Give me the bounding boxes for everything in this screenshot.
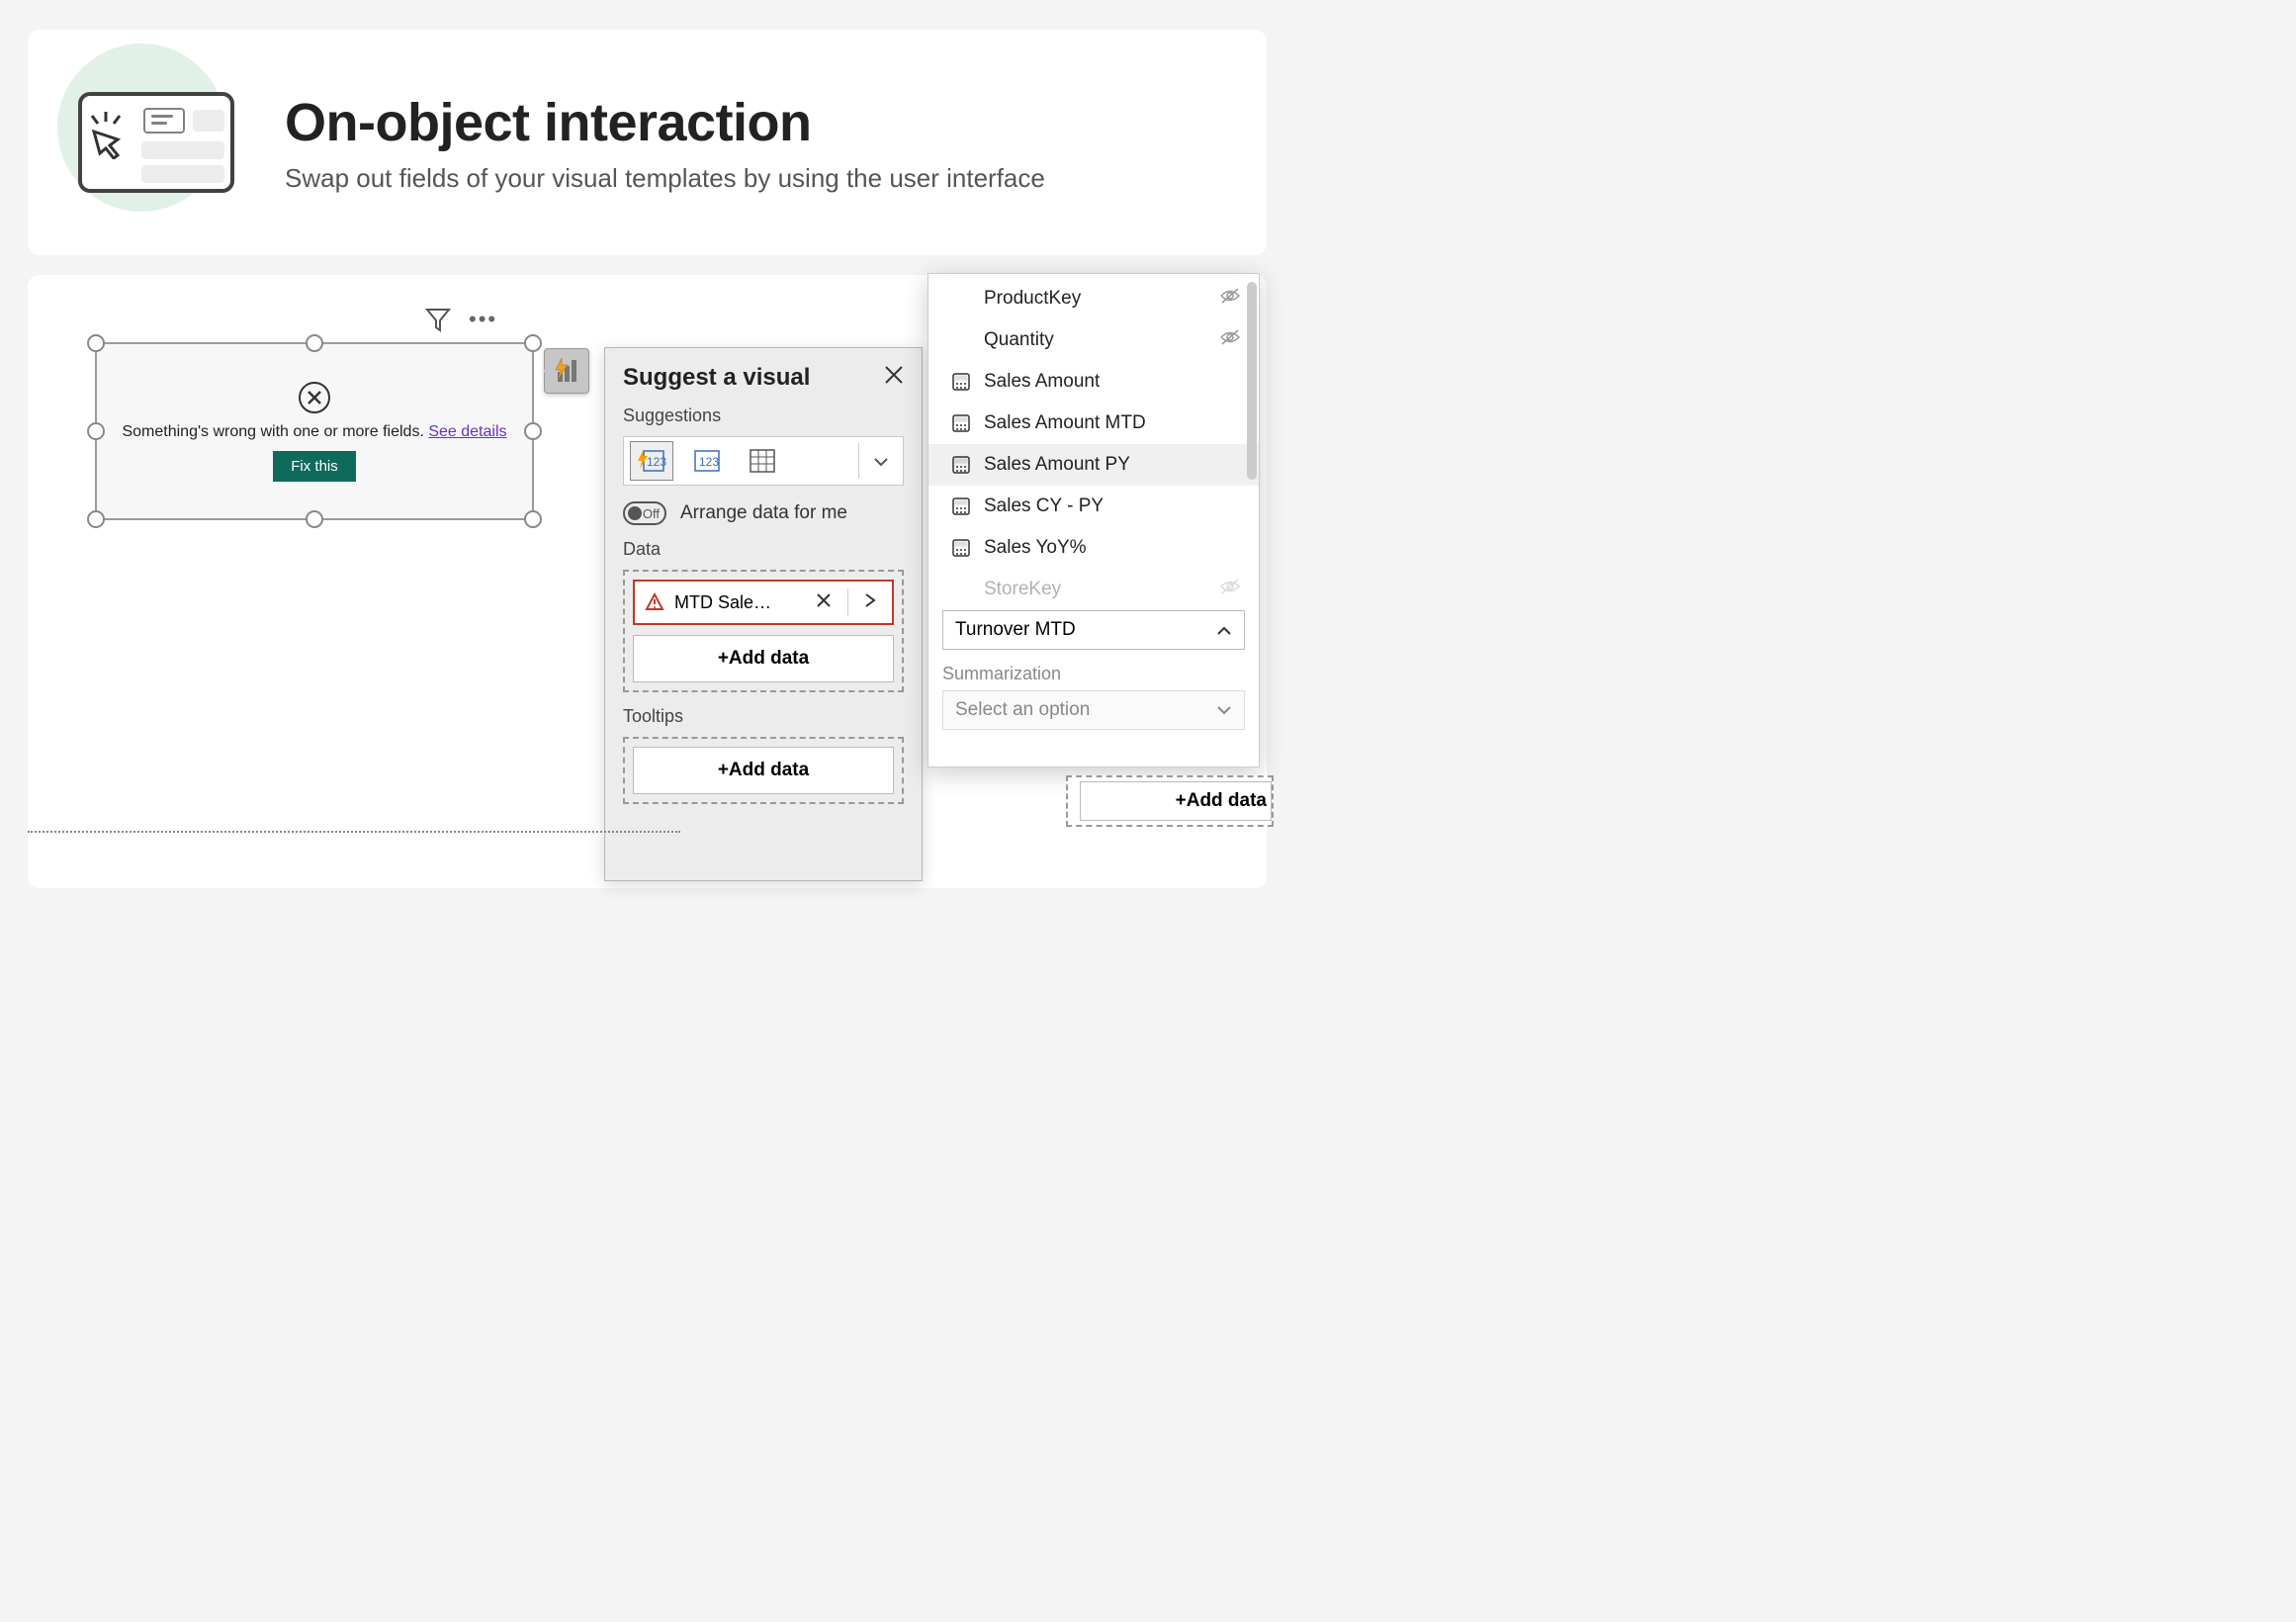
resize-handle[interactable]	[524, 422, 542, 440]
see-details-link[interactable]: See details	[428, 423, 506, 440]
hidden-eye-icon	[1219, 328, 1241, 352]
arrange-data-label: Arrange data for me	[680, 502, 847, 524]
page-title: On-object interaction	[285, 92, 1045, 153]
field-item[interactable]: ProductKey	[928, 278, 1259, 319]
close-icon[interactable]	[884, 365, 904, 391]
calculator-icon	[950, 412, 972, 434]
page-subtitle: Swap out fields of your visual templates…	[285, 163, 1045, 194]
arrange-data-toggle[interactable]: Off	[623, 501, 666, 525]
suggest-panel-title: Suggest a visual	[623, 364, 810, 392]
add-data-button-secondary[interactable]: +Add data	[1080, 781, 1272, 821]
fields-flyout: ProductKey Quantity Sales Amount Sales Amou…	[927, 273, 1260, 767]
add-tooltip-data-button[interactable]: +Add data	[633, 747, 894, 794]
visual-toolbar: •••	[425, 307, 497, 332]
suggestion-card-icon[interactable]: 123	[685, 441, 729, 481]
summarization-select[interactable]: Select an option	[942, 690, 1245, 730]
resize-handle[interactable]	[87, 334, 105, 352]
suggestion-card-lightning-icon[interactable]: 123	[630, 441, 673, 481]
resize-handle[interactable]	[87, 422, 105, 440]
rename-field-input[interactable]: Turnover MTD	[942, 610, 1245, 650]
hidden-eye-icon	[1219, 287, 1241, 311]
field-label: Sales Amount PY	[984, 454, 1130, 476]
scrollbar[interactable]	[1247, 282, 1257, 480]
visual-placeholder[interactable]: Something's wrong with one or more field…	[95, 342, 534, 520]
resize-handle[interactable]	[524, 510, 542, 528]
fields-list[interactable]: ProductKey Quantity Sales Amount Sales Amou…	[928, 278, 1259, 600]
chevron-down-icon[interactable]	[859, 451, 903, 472]
calculator-icon	[950, 537, 972, 559]
field-label: Sales Amount MTD	[984, 412, 1146, 434]
error-icon	[299, 382, 330, 413]
resize-handle[interactable]	[87, 510, 105, 528]
field-label: Sales YoY%	[984, 537, 1087, 559]
suggestion-picker: 123 123	[623, 436, 904, 486]
data-field-pill[interactable]: MTD Sale…	[633, 580, 894, 625]
field-label: Sales CY - PY	[984, 496, 1104, 517]
field-item[interactable]: Sales Amount	[928, 361, 1259, 403]
header-icon	[67, 53, 245, 231]
data-section-label: Data	[623, 539, 904, 560]
resize-handle[interactable]	[306, 510, 323, 528]
field-item[interactable]: Sales YoY%	[928, 527, 1259, 569]
suggest-visual-panel: Suggest a visual Suggestions 123 123 Off…	[604, 347, 923, 881]
chevron-right-icon[interactable]	[858, 591, 882, 614]
fix-this-button[interactable]: Fix this	[273, 451, 356, 482]
suggestions-label: Suggestions	[623, 406, 904, 426]
tooltips-fields-well[interactable]: +Add data	[623, 737, 904, 804]
chevron-down-icon	[1216, 699, 1232, 721]
cursor-click-icon	[88, 110, 133, 159]
header-card: On-object interaction Swap out fields of…	[28, 30, 1267, 255]
svg-text:123: 123	[647, 455, 666, 469]
field-label: StoreKey	[984, 579, 1061, 600]
resize-handle[interactable]	[306, 334, 323, 352]
tooltips-section-label: Tooltips	[623, 706, 904, 727]
secondary-fields-well[interactable]: +Add data	[1066, 775, 1274, 827]
error-message: Something's wrong with one or more field…	[122, 423, 506, 441]
svg-text:123: 123	[699, 455, 719, 469]
hidden-eye-icon	[1219, 578, 1241, 600]
remove-field-icon[interactable]	[810, 591, 838, 614]
field-label: Quantity	[984, 329, 1054, 351]
field-item[interactable]: Quantity	[928, 319, 1259, 361]
add-data-button[interactable]: +Add data	[633, 635, 894, 682]
page-divider	[28, 831, 680, 833]
field-item[interactable]: StoreKey	[928, 569, 1259, 600]
header-text: On-object interaction Swap out fields of…	[285, 92, 1045, 194]
chevron-up-icon[interactable]	[1216, 620, 1232, 641]
field-item[interactable]: Sales CY - PY	[928, 486, 1259, 527]
more-icon[interactable]: •••	[469, 307, 497, 332]
suggestion-table-icon[interactable]	[741, 441, 784, 481]
suggest-visual-button[interactable]	[544, 348, 589, 394]
resize-handle[interactable]	[524, 334, 542, 352]
field-item[interactable]: Sales Amount MTD	[928, 403, 1259, 444]
chart-lightning-icon	[552, 356, 581, 386]
calculator-icon	[950, 496, 972, 517]
summarization-label: Summarization	[942, 664, 1245, 684]
field-label: ProductKey	[984, 288, 1081, 310]
data-fields-well[interactable]: MTD Sale… +Add data	[623, 570, 904, 692]
field-item[interactable]: Sales Amount PY	[928, 444, 1259, 486]
filter-icon[interactable]	[425, 307, 451, 332]
field-label: Sales Amount	[984, 371, 1100, 393]
calculator-icon	[950, 454, 972, 476]
warning-icon	[645, 592, 664, 612]
calculator-icon	[950, 371, 972, 393]
data-pill-label: MTD Sale…	[674, 592, 800, 613]
